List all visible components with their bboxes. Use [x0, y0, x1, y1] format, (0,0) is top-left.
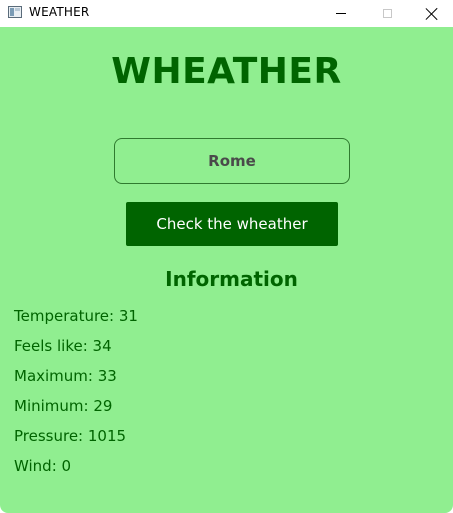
- minimize-button[interactable]: [318, 0, 364, 27]
- close-button[interactable]: [409, 0, 453, 27]
- info-list: Temperature: 31 Feels like: 34 Maximum: …: [14, 307, 138, 487]
- info-minimum: Minimum: 29: [14, 397, 113, 415]
- minimize-icon: [336, 13, 346, 14]
- info-feels-like: Feels like: 34: [14, 337, 112, 355]
- app-window: WEATHER WHEATHER Check the wheather Info…: [0, 0, 453, 513]
- info-temperature: Temperature: 31: [14, 307, 138, 325]
- app-heading: WHEATHER: [111, 51, 342, 92]
- close-icon: [426, 8, 438, 20]
- app-window-icon: [8, 6, 22, 18]
- title-bar[interactable]: WEATHER: [0, 0, 453, 27]
- maximize-button[interactable]: [364, 0, 410, 27]
- window-title: WEATHER: [29, 5, 90, 19]
- information-heading: Information: [165, 267, 298, 291]
- info-maximum: Maximum: 33: [14, 367, 117, 385]
- main-content: WHEATHER Check the wheather Information …: [0, 27, 453, 513]
- info-wind: Wind: 0: [14, 457, 72, 475]
- info-pressure: Pressure: 1015: [14, 427, 127, 445]
- city-input[interactable]: [114, 138, 350, 184]
- check-weather-button[interactable]: Check the wheather: [126, 202, 338, 246]
- maximize-icon: [382, 9, 392, 18]
